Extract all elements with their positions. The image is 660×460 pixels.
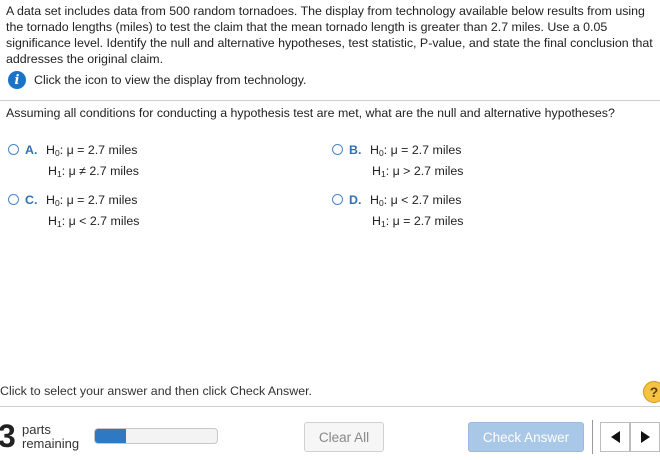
null-hypothesis: H0: μ < 2.7 miles	[370, 192, 462, 208]
technology-display-link[interactable]: i Click the icon to view the display fro…	[8, 70, 307, 90]
radio-button[interactable]	[8, 194, 19, 205]
radio-button[interactable]	[332, 194, 343, 205]
null-hypothesis: H0: μ = 2.7 miles	[46, 142, 138, 158]
divider	[0, 100, 660, 101]
next-button[interactable]	[630, 422, 660, 452]
radio-button[interactable]	[8, 144, 19, 155]
parts-remaining-count: 3	[0, 418, 16, 454]
alternative-hypothesis: H1: μ < 2.7 miles	[48, 213, 140, 229]
alternative-hypothesis: H1: μ = 2.7 miles	[372, 213, 464, 229]
alternative-hypothesis: H1: μ ≠ 2.7 miles	[48, 163, 139, 179]
null-hypothesis: H0: μ = 2.7 miles	[46, 192, 138, 208]
option-c[interactable]: C. H0: μ = 2.7 miles H1: μ < 2.7 miles	[8, 189, 139, 231]
option-letter: B.	[349, 142, 362, 157]
option-a[interactable]: A. H0: μ = 2.7 miles H1: μ ≠ 2.7 miles	[8, 139, 139, 181]
nav-separator	[592, 420, 593, 454]
footer-divider	[0, 406, 660, 407]
option-letter: D.	[349, 192, 362, 207]
previous-button[interactable]	[600, 422, 630, 452]
check-answer-button[interactable]: Check Answer	[468, 422, 584, 452]
technology-display-text: Click the icon to view the display from …	[34, 73, 307, 87]
progress-bar	[94, 428, 218, 444]
option-b[interactable]: B. H0: μ = 2.7 miles H1: μ > 2.7 miles	[332, 139, 463, 181]
help-icon[interactable]: ?	[643, 381, 660, 403]
option-letter: C.	[25, 192, 38, 207]
parts-remaining-label: parts remaining	[22, 422, 80, 451]
problem-statement: A data set includes data from 500 random…	[6, 4, 653, 66]
alternative-hypothesis: H1: μ > 2.7 miles	[372, 163, 464, 179]
triangle-left-icon	[610, 431, 620, 443]
null-hypothesis: H0: μ = 2.7 miles	[370, 142, 462, 158]
question-text: Assuming all conditions for conducting a…	[6, 106, 615, 120]
progress-bar-fill	[95, 429, 126, 443]
clear-all-button[interactable]: Clear All	[304, 422, 384, 452]
option-d[interactable]: D. H0: μ < 2.7 miles H1: μ = 2.7 miles	[332, 189, 463, 231]
footer-hint: Click to select your answer and then cli…	[0, 384, 312, 398]
triangle-right-icon	[640, 431, 650, 443]
option-letter: A.	[25, 142, 38, 157]
radio-button[interactable]	[332, 144, 343, 155]
info-icon[interactable]: i	[8, 71, 26, 89]
